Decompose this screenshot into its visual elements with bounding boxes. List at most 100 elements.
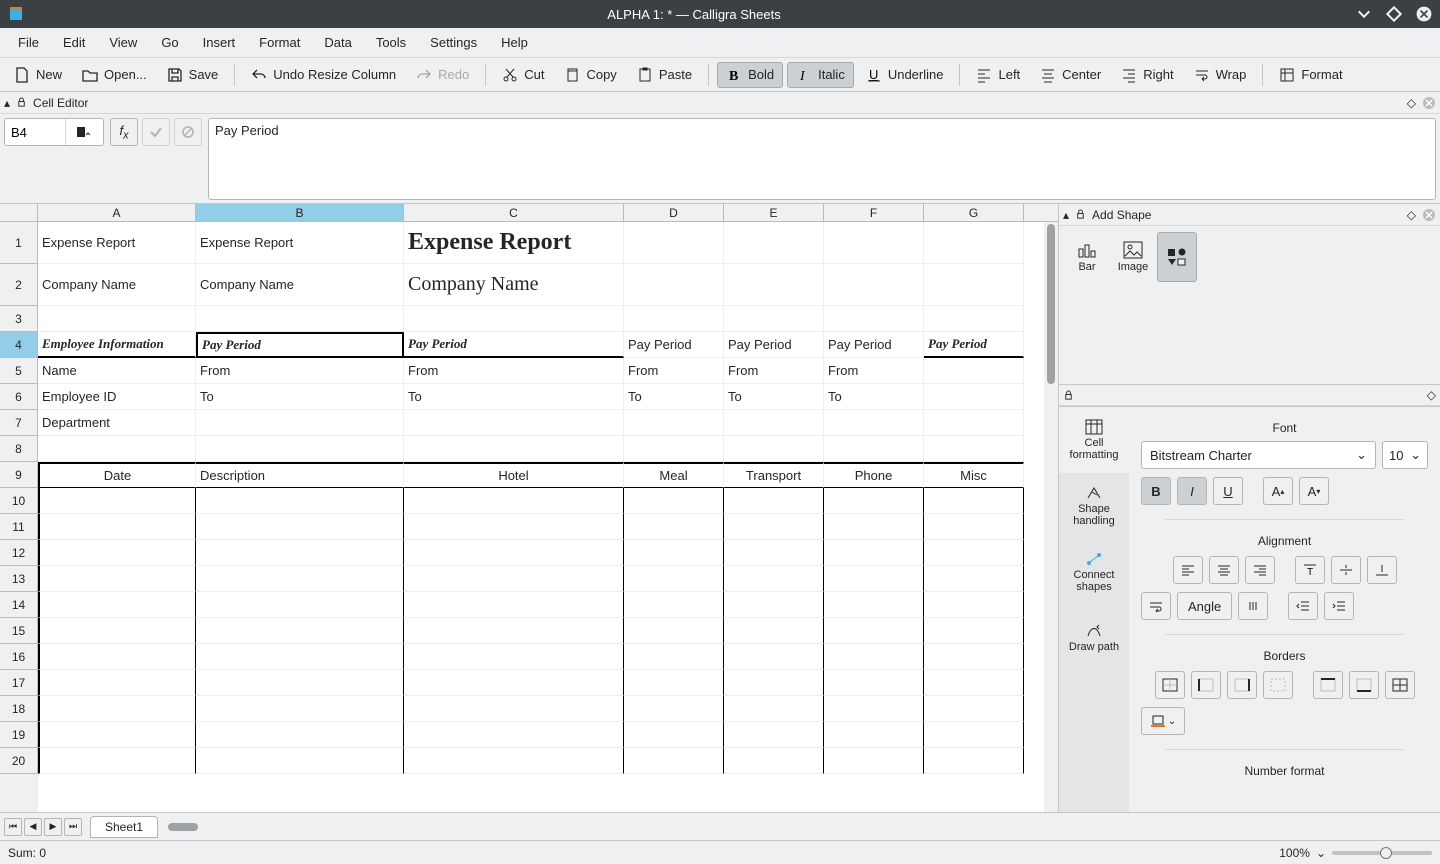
col-B[interactable]: B xyxy=(196,204,404,221)
row-4[interactable]: 4 xyxy=(0,332,38,358)
row-17[interactable]: 17 xyxy=(0,670,38,696)
tab-first-button[interactable]: ⏮ xyxy=(4,818,22,836)
shape-bar[interactable]: Bar xyxy=(1065,232,1109,282)
row-12[interactable]: 12 xyxy=(0,540,38,566)
maximize-button[interactable] xyxy=(1386,6,1402,22)
cell-E12[interactable] xyxy=(724,540,824,566)
cell-D10[interactable] xyxy=(624,488,724,514)
cell-ref-input[interactable] xyxy=(5,119,65,145)
menu-file[interactable]: File xyxy=(6,30,51,55)
cell-A18[interactable] xyxy=(38,696,196,722)
close-button[interactable] xyxy=(1416,6,1432,22)
cell-E9[interactable]: Transport xyxy=(724,462,824,488)
cell-D1[interactable] xyxy=(624,222,724,264)
zoom-value[interactable]: 100% xyxy=(1279,846,1310,860)
sheet-tab[interactable]: Sheet1 xyxy=(90,816,158,838)
row-6[interactable]: 6 xyxy=(0,384,38,410)
valign-top-button[interactable]: T xyxy=(1295,556,1325,584)
cell-F15[interactable] xyxy=(824,618,924,644)
cell-C16[interactable] xyxy=(404,644,624,670)
cell-G20[interactable] xyxy=(924,748,1024,774)
cell-F4[interactable]: Pay Period xyxy=(824,332,924,358)
cell-B11[interactable] xyxy=(196,514,404,540)
align-left-button[interactable]: Left xyxy=(968,63,1028,87)
cell-F19[interactable] xyxy=(824,722,924,748)
cell-G5[interactable] xyxy=(924,358,1024,384)
cell-G19[interactable] xyxy=(924,722,1024,748)
row-8[interactable]: 8 xyxy=(0,436,38,462)
cell-F20[interactable] xyxy=(824,748,924,774)
diamond-icon[interactable]: ◇ xyxy=(1407,96,1416,110)
cell-B19[interactable] xyxy=(196,722,404,748)
row-20[interactable]: 20 xyxy=(0,748,38,774)
border-all-button[interactable] xyxy=(1385,671,1415,699)
cell-ref-drop[interactable] xyxy=(65,119,101,145)
row-18[interactable]: 18 xyxy=(0,696,38,722)
new-button[interactable]: New xyxy=(6,63,70,87)
cell-G7[interactable] xyxy=(924,410,1024,436)
cell-reference[interactable] xyxy=(4,118,104,146)
cell-C17[interactable] xyxy=(404,670,624,696)
row-14[interactable]: 14 xyxy=(0,592,38,618)
cell-A1[interactable]: Expense Report xyxy=(38,222,196,264)
cell-B10[interactable] xyxy=(196,488,404,514)
menu-data[interactable]: Data xyxy=(312,30,363,55)
col-E[interactable]: E xyxy=(724,204,824,221)
lock-icon[interactable] xyxy=(1075,209,1086,220)
cell-F10[interactable] xyxy=(824,488,924,514)
shape-more[interactable] xyxy=(1157,232,1197,282)
cell-G2[interactable] xyxy=(924,264,1024,306)
cell-G4[interactable]: Pay Period xyxy=(924,332,1024,358)
chevron-down-icon[interactable]: ⌄ xyxy=(1316,846,1326,860)
cell-D2[interactable] xyxy=(624,264,724,306)
cell-F17[interactable] xyxy=(824,670,924,696)
formula-input[interactable]: Pay Period xyxy=(208,118,1436,200)
cell-D6[interactable]: To xyxy=(624,384,724,410)
cell-D14[interactable] xyxy=(624,592,724,618)
cell-C13[interactable] xyxy=(404,566,624,592)
valign-middle-button[interactable] xyxy=(1331,556,1361,584)
cell-C7[interactable] xyxy=(404,410,624,436)
border-left-button[interactable] xyxy=(1191,671,1221,699)
cell-F11[interactable] xyxy=(824,514,924,540)
cell-C14[interactable] xyxy=(404,592,624,618)
cell-A6[interactable]: Employee ID xyxy=(38,384,196,410)
cell-A8[interactable] xyxy=(38,436,196,462)
font-bold-button[interactable]: B xyxy=(1141,477,1171,505)
open-button[interactable]: Open... xyxy=(74,63,155,87)
row-13[interactable]: 13 xyxy=(0,566,38,592)
cell-E14[interactable] xyxy=(724,592,824,618)
cell-E11[interactable] xyxy=(724,514,824,540)
row-1[interactable]: 1 xyxy=(0,222,38,264)
row-9[interactable]: 9 xyxy=(0,462,38,488)
cell-D12[interactable] xyxy=(624,540,724,566)
wrap-button[interactable]: Wrap xyxy=(1186,63,1255,87)
cell-F6[interactable]: To xyxy=(824,384,924,410)
cell-C18[interactable] xyxy=(404,696,624,722)
cell-A3[interactable] xyxy=(38,306,196,332)
cell-G15[interactable] xyxy=(924,618,1024,644)
cell-E1[interactable] xyxy=(724,222,824,264)
collapse-icon[interactable]: ▴ xyxy=(4,96,10,110)
tab-next-button[interactable]: ▶ xyxy=(44,818,62,836)
cell-F2[interactable] xyxy=(824,264,924,306)
minimize-button[interactable] xyxy=(1356,6,1372,22)
cell-G12[interactable] xyxy=(924,540,1024,566)
cell-A20[interactable] xyxy=(38,748,196,774)
cell-C10[interactable] xyxy=(404,488,624,514)
row-10[interactable]: 10 xyxy=(0,488,38,514)
cell-E4[interactable]: Pay Period xyxy=(724,332,824,358)
font-underline-button[interactable]: U xyxy=(1213,477,1243,505)
menu-insert[interactable]: Insert xyxy=(191,30,248,55)
halign-right-button[interactable] xyxy=(1245,556,1275,584)
cell-G10[interactable] xyxy=(924,488,1024,514)
cell-A15[interactable] xyxy=(38,618,196,644)
menu-view[interactable]: View xyxy=(97,30,149,55)
border-top-button[interactable] xyxy=(1313,671,1343,699)
cell-A13[interactable] xyxy=(38,566,196,592)
cell-B3[interactable] xyxy=(196,306,404,332)
halign-left-button[interactable] xyxy=(1173,556,1203,584)
cell-G6[interactable] xyxy=(924,384,1024,410)
cell-E5[interactable]: From xyxy=(724,358,824,384)
undo-button[interactable]: Undo Resize Column xyxy=(243,63,404,87)
